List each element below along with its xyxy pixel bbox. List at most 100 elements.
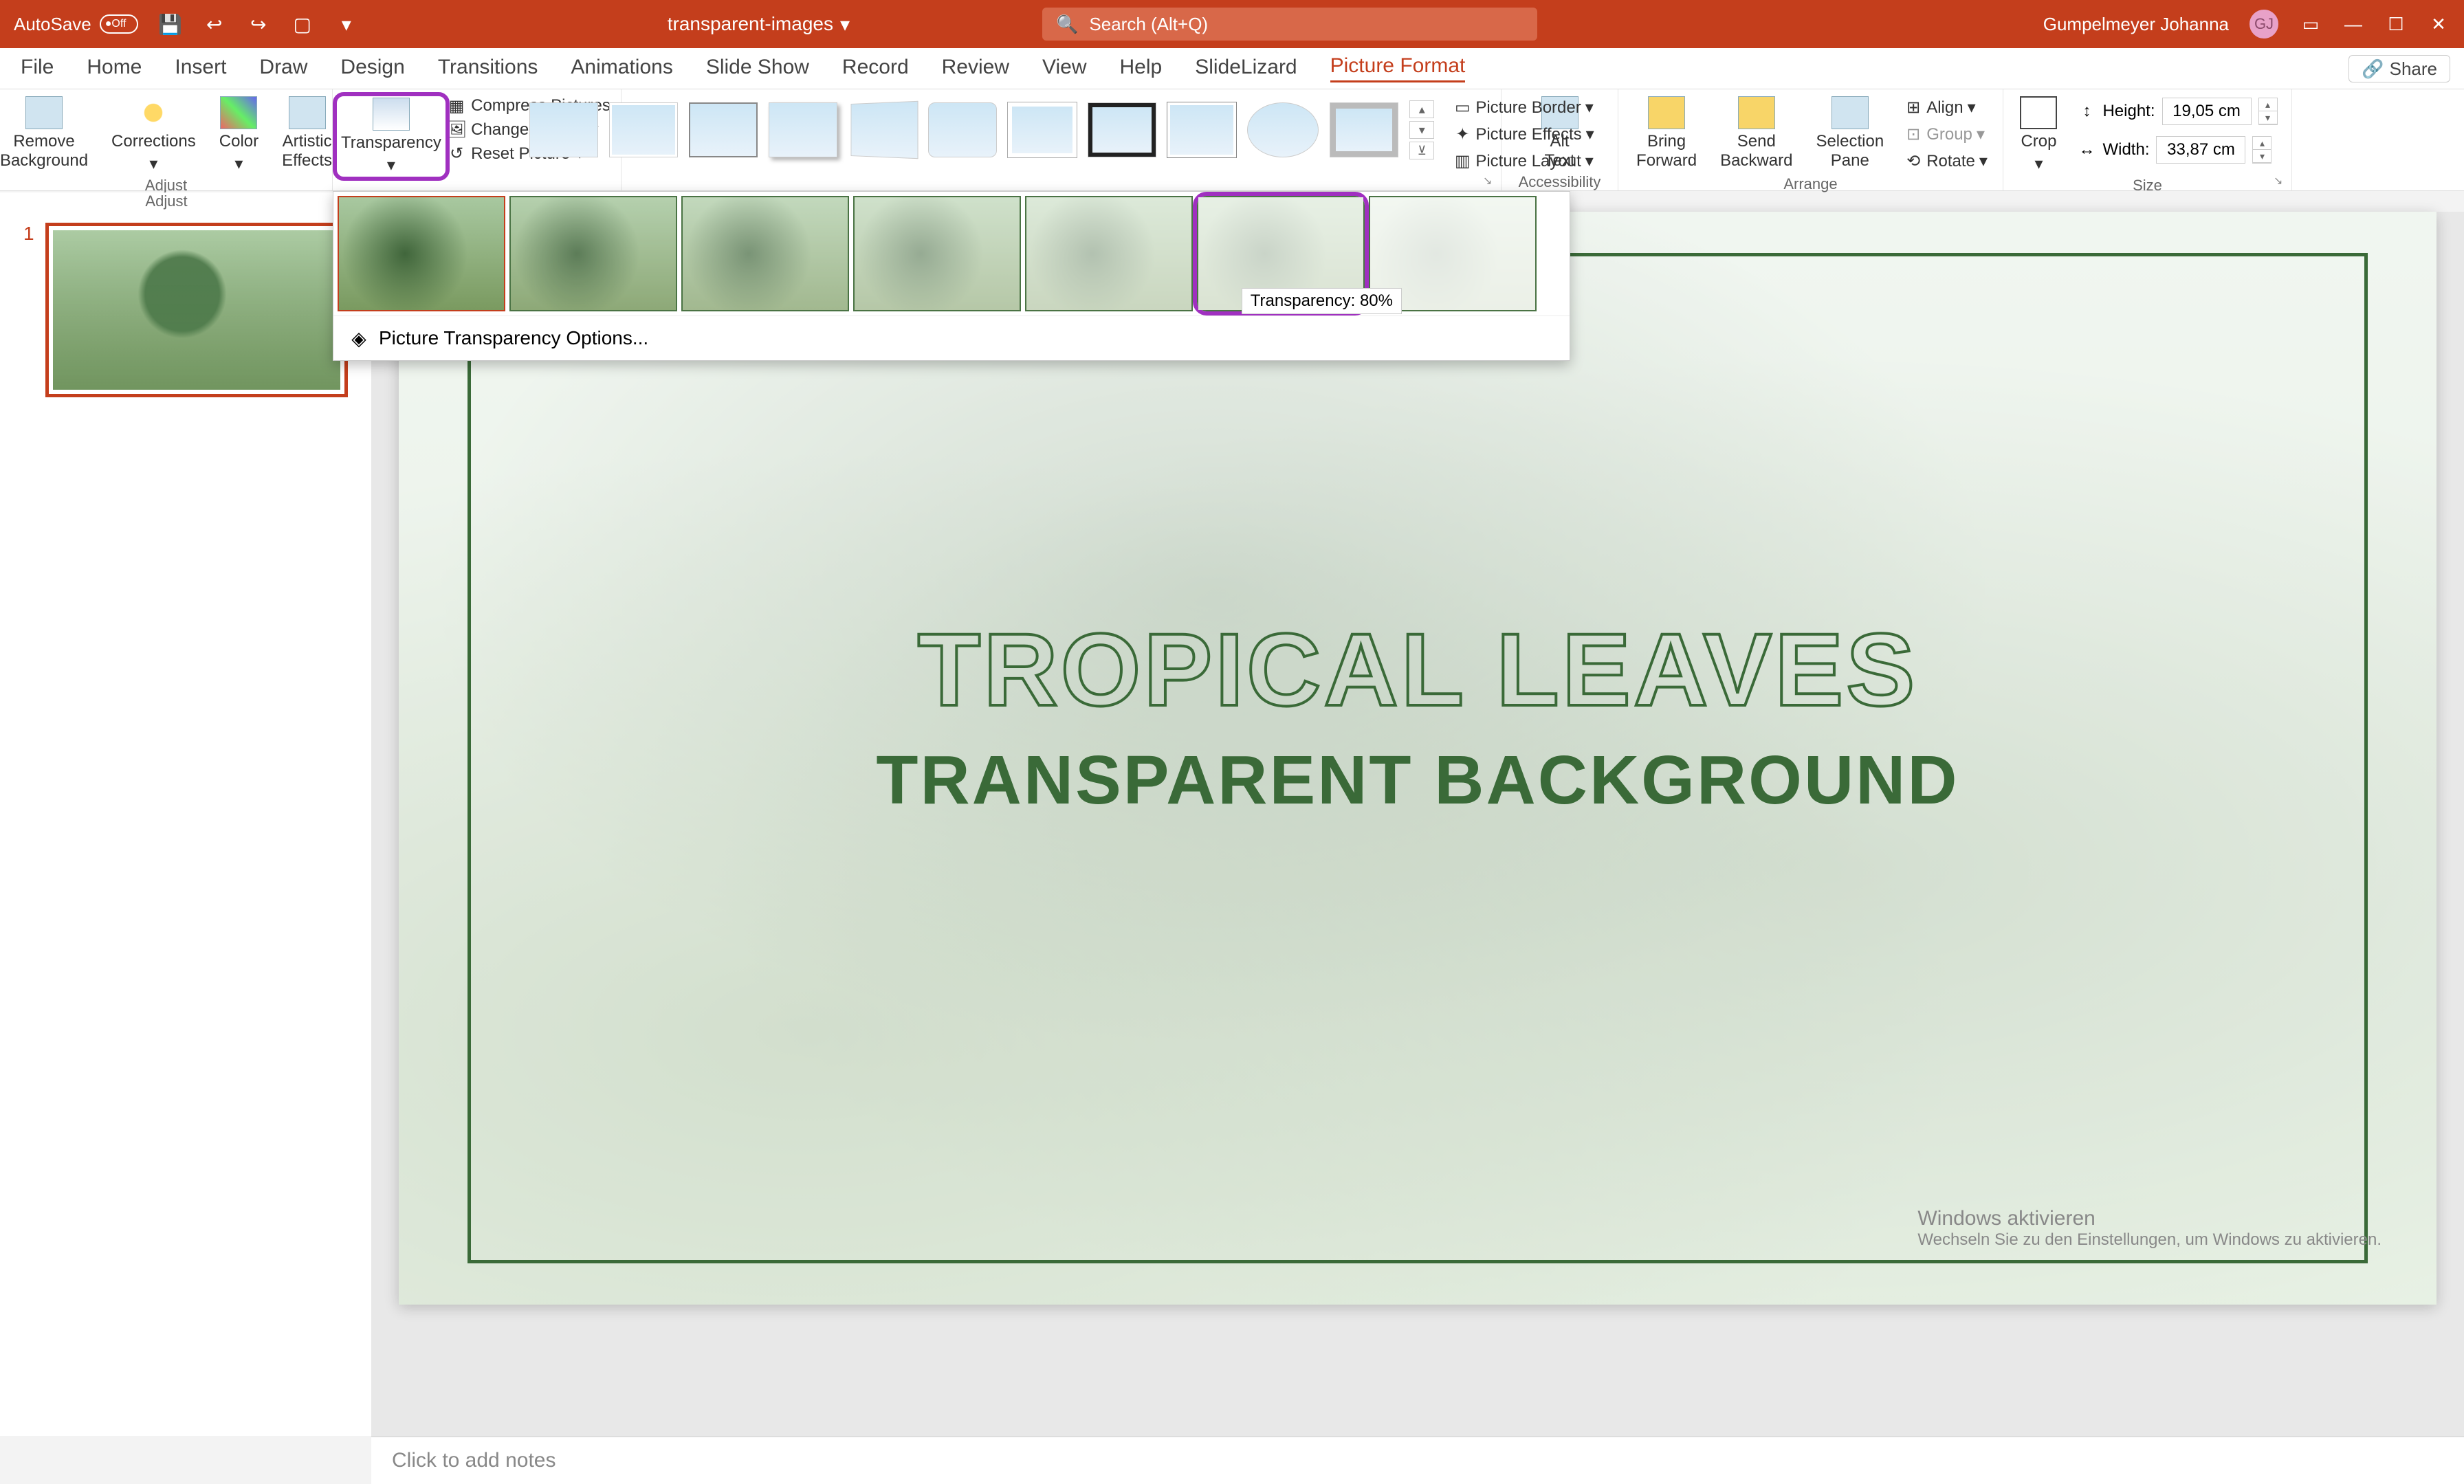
tab-transitions[interactable]: Transitions [438,56,538,82]
size-launcher-icon[interactable]: ↘ [2274,174,2287,188]
artistic-effects-button[interactable]: Artistic Effects [272,93,342,173]
start-from-beginning-icon[interactable]: ▢ [291,12,314,36]
transparency-button[interactable]: Transparency ▾ [333,92,450,181]
width-spinner[interactable]: ▴▾ [2252,136,2272,164]
tab-picture-format[interactable]: Picture Format [1330,54,1466,82]
notes-pane[interactable]: Click to add notes [371,1436,2464,1484]
picture-effects-label: Picture Effects [1475,125,1581,144]
width-input[interactable] [2156,136,2245,164]
picture-styles-gallery[interactable]: ▴ ▾ ⊻ [521,93,1442,166]
corrections-label: Corrections [111,132,196,151]
style-oval[interactable] [1247,102,1319,157]
picture-effects-button[interactable]: ✦Picture Effects ▾ [1453,124,1594,144]
chevron-down-icon: ▾ [1977,124,1985,144]
gallery-more-icon[interactable]: ⊻ [1409,142,1434,159]
slide-title[interactable]: TROPICAL LEAVES [399,610,2436,729]
remove-background-button[interactable]: Remove Background [0,93,98,173]
transparency-50[interactable] [853,196,1021,311]
transparency-15[interactable] [509,196,677,311]
notes-placeholder: Click to add notes [392,1449,556,1472]
tab-view[interactable]: View [1042,56,1086,82]
transparency-30[interactable] [681,196,849,311]
slide-thumbnail[interactable] [45,223,348,397]
bring-forward-button[interactable]: Bring Forward [1627,93,1706,173]
selection-pane-button[interactable]: Selection Pane [1806,93,1893,173]
tab-review[interactable]: Review [942,56,1009,82]
tab-draw[interactable]: Draw [259,56,307,82]
send-backward-label: Send Backward [1720,132,1792,170]
artistic-label: Artistic Effects [282,132,332,170]
style-reflect[interactable] [851,101,918,159]
transparency-80[interactable]: Transparency: 80% [1197,196,1365,311]
undo-icon[interactable]: ↩ [203,12,226,36]
redo-icon[interactable]: ↪ [247,12,270,36]
slide-thumb-1[interactable]: 1 [23,223,348,397]
close-icon[interactable]: ✕ [2427,12,2450,36]
style-bevel[interactable] [1330,102,1398,157]
tab-slideshow[interactable]: Slide Show [706,56,809,82]
styles-launcher-icon[interactable]: ↘ [1483,174,1497,188]
style-shadow[interactable] [769,102,837,157]
search-placeholder: Search (Alt+Q) [1089,14,1208,35]
picture-layout-button[interactable]: ▥Picture Layout ▾ [1453,151,1594,171]
corrections-button[interactable]: Corrections▾ [102,93,206,177]
style-compound[interactable] [1167,102,1236,157]
slide-canvas[interactable]: TROPICAL LEAVES TRANSPARENT BACKGROUND W… [399,212,2436,1305]
gallery-up-icon[interactable]: ▴ [1409,100,1434,118]
gallery-down-icon[interactable]: ▾ [1409,121,1434,139]
doc-title-text: transparent-images [668,13,833,35]
tab-insert[interactable]: Insert [175,56,226,82]
style-matte[interactable] [609,102,678,157]
transparency-label: Transparency [341,133,441,153]
picture-transparency-options[interactable]: ◈ Picture Transparency Options... [333,315,1570,360]
save-icon[interactable]: 💾 [159,12,182,36]
slide-number: 1 [23,223,34,397]
send-backward-button[interactable]: Send Backward [1710,93,1802,173]
height-input[interactable] [2162,98,2252,125]
color-button[interactable]: Color▾ [210,93,268,177]
transparency-0[interactable] [338,196,505,311]
rotate-label: Rotate [1926,152,1975,171]
width-label: Width: [2102,140,2149,159]
rotate-button[interactable]: ⟲Rotate ▾ [1904,151,1988,171]
crop-button[interactable]: Crop▾ [2010,93,2067,177]
style-simple[interactable] [529,102,598,157]
slide-subtitle[interactable]: TRANSPARENT BACKGROUND [399,741,2436,820]
share-button[interactable]: 🔗 Share [2348,55,2450,82]
picture-border-button[interactable]: ▭Picture Border ▾ [1453,98,1594,118]
minimize-icon[interactable]: — [2342,12,2365,36]
ribbon-tabs: File Home Insert Draw Design Transitions… [0,48,2464,89]
height-label: Height: [2102,102,2155,121]
autosave-toggle[interactable]: ● Off [100,14,138,34]
transparency-65[interactable] [1025,196,1193,311]
search-input[interactable]: 🔍 Search (Alt+Q) [1042,8,1537,41]
qat-customize-icon[interactable]: ▾ [335,12,358,36]
tab-file[interactable]: File [21,56,54,82]
group-label-arrange: Arrange [1783,175,1837,193]
style-soft[interactable] [928,102,997,157]
style-double[interactable] [1008,102,1077,157]
align-button[interactable]: ⊞Align ▾ [1904,98,1988,118]
picture-border-label: Picture Border [1475,98,1581,118]
slide-edit-area[interactable]: TROPICAL LEAVES TRANSPARENT BACKGROUND W… [371,212,2464,1436]
document-title[interactable]: transparent-images ▾ [668,13,850,36]
transparency-button-wrap: Transparency ▾ [333,92,450,181]
autosave-toggle-group[interactable]: AutoSave ● Off [14,14,138,35]
group-label: Group [1926,125,1972,144]
maximize-icon[interactable]: ☐ [2384,12,2408,36]
style-thick[interactable] [1088,102,1156,157]
tab-help[interactable]: Help [1120,56,1163,82]
chevron-down-icon: ▾ [234,154,243,174]
avatar[interactable]: GJ [2248,8,2280,40]
tab-design[interactable]: Design [340,56,404,82]
tab-record[interactable]: Record [842,56,909,82]
tab-animations[interactable]: Animations [571,56,672,82]
tab-slidelizard[interactable]: SlideLizard [1195,56,1297,82]
crop-label: Crop [2021,132,2056,151]
tab-home[interactable]: Home [87,56,142,82]
ribbon-display-icon[interactable]: ▭ [2299,12,2322,36]
height-spinner[interactable]: ▴▾ [2258,98,2278,125]
corrections-icon [135,96,172,129]
style-metal[interactable] [689,102,758,157]
group-label-size: Size [2133,177,2162,195]
